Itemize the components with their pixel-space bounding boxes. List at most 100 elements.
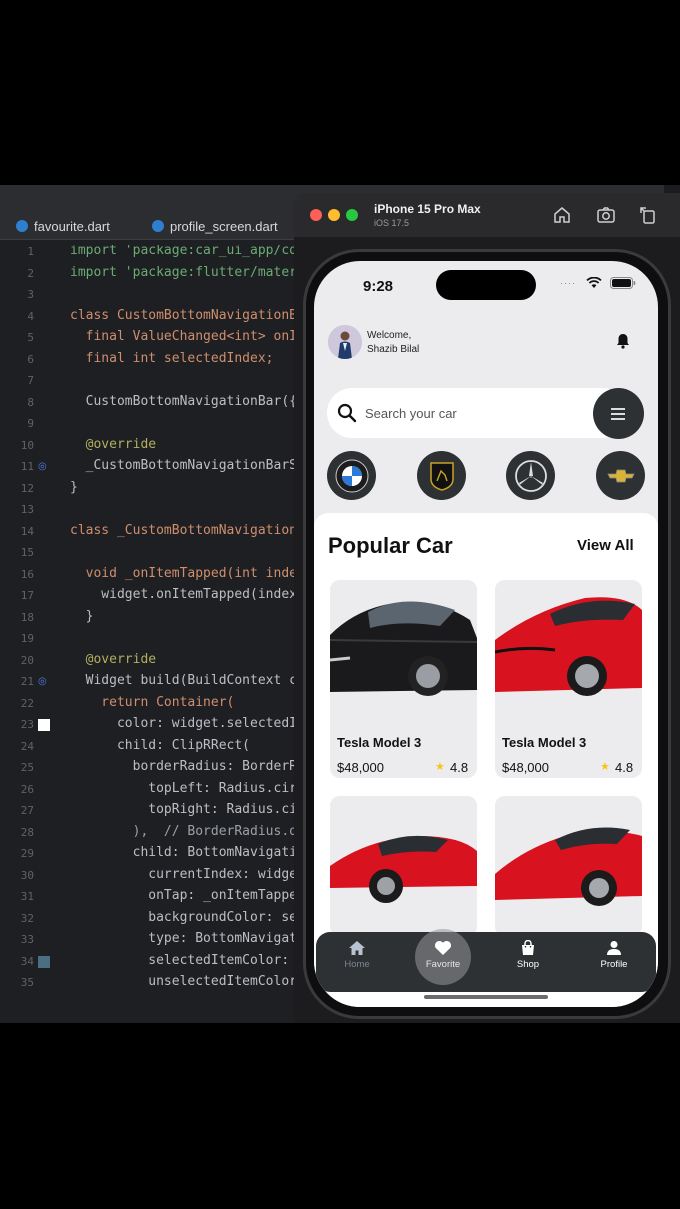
line-number: 35: [20, 976, 34, 989]
star-icon: ★: [435, 761, 445, 773]
line-number: 34: [20, 954, 34, 968]
code-line: borderRadius: BorderRad: [70, 759, 310, 774]
heart-icon: [434, 940, 452, 955]
menu-line: [611, 413, 625, 415]
line-number: 18: [20, 610, 34, 624]
tab-label: favourite.dart: [34, 218, 110, 234]
car-image: [330, 580, 477, 720]
car-card[interactable]: Tesla Model 3 $48,000 ★ 4.8: [495, 580, 642, 778]
code-line: }: [70, 479, 78, 495]
code-line: final ValueChanged<int> onIte: [70, 329, 310, 344]
dynamic-island: [436, 270, 536, 300]
avatar[interactable]: [328, 325, 362, 359]
nav-item-profile[interactable]: Profile: [584, 938, 644, 986]
brand-bmw-logo[interactable]: [327, 451, 376, 500]
simulator-titlebar: iPhone 15 Pro Max iOS 17.5: [294, 193, 680, 237]
rotate-icon[interactable]: [638, 205, 658, 225]
view-all-link[interactable]: View All: [577, 537, 634, 554]
brand-mercedes-logo[interactable]: [506, 451, 555, 500]
line-number: 30: [20, 868, 34, 882]
code-line: class CustomBottomNavigationBar: [70, 307, 310, 323]
menu-line: [611, 418, 625, 420]
brand-lamborghini-logo[interactable]: [417, 451, 466, 500]
car-name: Tesla Model 3: [337, 735, 422, 750]
car-card[interactable]: [330, 796, 477, 936]
code-line: import 'package:car_ui_app/core/co: [70, 245, 310, 258]
line-number: 33: [20, 933, 34, 946]
line-number: 4: [27, 309, 34, 323]
nav-item-home[interactable]: Home: [327, 938, 387, 986]
code-line: CustomBottomNavigationBar({re: [70, 393, 310, 409]
tab-favourite-dart[interactable]: favourite.dart: [16, 215, 110, 237]
car-card[interactable]: Tesla Model 3 $48,000 ★ 4.8: [330, 580, 477, 778]
nav-label: Profile: [600, 959, 628, 970]
line-number: 8: [27, 395, 34, 409]
code-line: final int selectedIndex;: [70, 350, 274, 366]
line-number: 25: [20, 761, 34, 774]
bottom-navigation-bar: Home Favorite Shop Profile: [316, 929, 656, 992]
line-number: 14: [20, 524, 34, 538]
line-number: 13: [20, 503, 34, 516]
line-number: 15: [20, 546, 34, 559]
line-number: 16: [20, 567, 34, 581]
code-line: ), // BorderRadius.onl: [70, 823, 310, 839]
code-line: import 'package:flutter/materia: [70, 264, 310, 280]
car-rating: 4.8: [615, 760, 634, 775]
override-marker-icon: ◎: [38, 461, 47, 472]
code-line: selectedItemColor: Co: [70, 952, 310, 968]
car-card[interactable]: [495, 796, 642, 936]
close-window-button[interactable]: [310, 209, 322, 221]
line-number: 9: [27, 417, 34, 430]
dart-file-icon: [152, 220, 164, 232]
menu-filter-button[interactable]: [593, 388, 644, 439]
nav-item-shop[interactable]: Shop: [498, 938, 558, 986]
code-line: child: BottomNavigation: [70, 845, 310, 860]
home-icon: [349, 941, 365, 955]
line-number: 5: [27, 331, 34, 344]
tab-profile-screen-dart[interactable]: profile_screen.dart: [152, 215, 278, 237]
car-price: $48,000: [337, 760, 384, 775]
screenshot-icon[interactable]: [596, 205, 616, 225]
code-line: return Container(: [70, 694, 235, 710]
line-number: 21: [20, 675, 34, 688]
brand-chevrolet-logo[interactable]: [596, 451, 645, 500]
line-number: 27: [20, 804, 34, 817]
code-line: child: ClipRRect(: [70, 737, 251, 753]
code-line: Widget build(BuildContext con: [70, 673, 310, 688]
line-number: 28: [20, 825, 34, 839]
dart-file-icon: [16, 220, 28, 232]
menu-line: [611, 408, 625, 410]
wifi-icon: [586, 277, 602, 289]
minimize-window-button[interactable]: [328, 209, 340, 221]
code-line: void _onItemTapped(int index): [70, 565, 310, 581]
car-image: [330, 796, 477, 936]
code-line: unselectedItemColor: c: [70, 974, 310, 989]
line-number: 7: [27, 374, 34, 387]
code-line: topLeft: Radius.circu: [70, 780, 310, 796]
nav-label: Home: [344, 959, 370, 970]
shopping-bag-icon: [522, 940, 534, 955]
code-area[interactable]: import 'package:car_ui_app/core/coimport…: [70, 245, 310, 1020]
home-indicator: [424, 995, 548, 999]
bell-icon[interactable]: [614, 332, 632, 350]
search-icon: [337, 403, 357, 423]
search-bar: [327, 388, 627, 438]
color-swatch-icon: [38, 955, 50, 968]
search-input[interactable]: [365, 402, 585, 424]
nav-item-favorite[interactable]: Favorite: [413, 938, 473, 986]
home-icon[interactable]: [552, 205, 572, 225]
code-line: @override: [70, 436, 157, 452]
line-number: 19: [20, 632, 34, 645]
phone-screen: 9:28 ···· Welcome, Shazib Bilal Search y…: [314, 261, 658, 1007]
zoom-window-button[interactable]: [346, 209, 358, 221]
car-image: [495, 796, 642, 936]
code-line: onTap: _onItemTapped,: [70, 888, 310, 903]
code-line: @override: [70, 651, 157, 667]
line-number: 1: [27, 245, 34, 258]
code-line: currentIndex: widget.: [70, 866, 310, 882]
line-number: 20: [20, 653, 34, 667]
override-marker-icon: ◎: [38, 676, 47, 687]
car-image: [495, 580, 642, 720]
simulator-device-name: iPhone 15 Pro Max: [374, 202, 481, 216]
line-number: 12: [20, 481, 34, 495]
